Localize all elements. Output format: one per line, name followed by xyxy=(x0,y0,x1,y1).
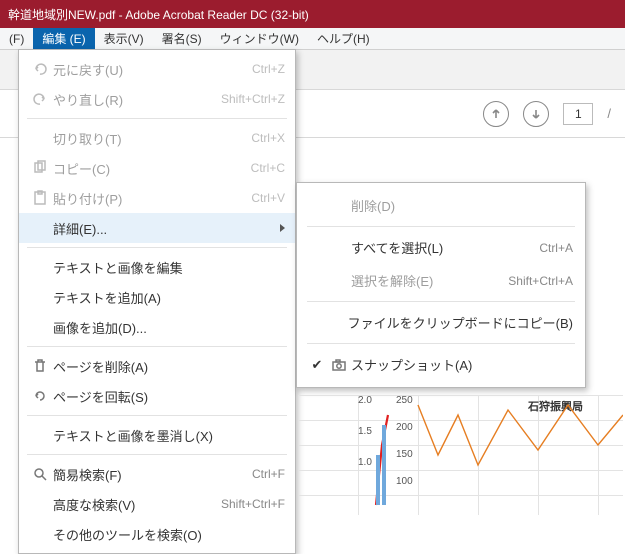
menu-item-shortcut: Shift+Ctrl+Z xyxy=(221,92,285,106)
menu-item-add-text[interactable]: テキストを追加(A) xyxy=(19,282,295,312)
rotate-icon xyxy=(27,388,53,404)
check-icon: ✔ xyxy=(307,357,327,373)
menu-item-label: 貼り付け(P) xyxy=(53,189,251,208)
page-separator: / xyxy=(607,106,611,121)
search-icon xyxy=(27,466,53,482)
copy-icon xyxy=(27,160,53,176)
paste-icon xyxy=(27,190,53,206)
menu-item-label: テキストと画像を墨消し(X) xyxy=(53,426,285,445)
edit-menu-dropdown: 元に戻す(U) Ctrl+Z やり直し(R) Shift+Ctrl+Z 切り取り… xyxy=(18,49,296,554)
redo-icon xyxy=(27,91,53,107)
chevron-right-icon xyxy=(280,224,285,232)
menu-separator xyxy=(27,454,287,455)
menu-separator xyxy=(307,301,575,302)
menu-item-label: 元に戻す(U) xyxy=(53,60,252,79)
menu-bar: (F) 編集 (E) 表示(V) 署名(S) ウィンドウ(W) ヘルプ(H) xyxy=(0,28,625,50)
menu-item-label: やり直し(R) xyxy=(53,90,221,109)
menu-sign[interactable]: 署名(S) xyxy=(153,28,211,49)
page-down-button[interactable] xyxy=(523,101,549,127)
menu-separator xyxy=(27,346,287,347)
menu-window[interactable]: ウィンドウ(W) xyxy=(211,28,308,49)
camera-icon xyxy=(327,357,351,373)
menu-item-label: 詳細(E)... xyxy=(53,219,280,238)
menu-item-label: ページを削除(A) xyxy=(53,357,285,376)
menu-item-label: 画像を追加(D)... xyxy=(53,318,285,337)
menu-item-shortcut: Ctrl+C xyxy=(251,161,285,175)
menu-separator xyxy=(307,343,575,344)
menu-item-other-tools[interactable]: その他のツールを検索(O) xyxy=(19,519,295,549)
menu-item-label: 選択を解除(E) xyxy=(351,271,508,290)
menu-edit[interactable]: 編集 (E) xyxy=(33,28,94,49)
menu-item-edit-text-image[interactable]: テキストと画像を編集 xyxy=(19,252,295,282)
page-number-input[interactable]: 1 xyxy=(563,103,593,125)
menu-item-copy[interactable]: コピー(C) Ctrl+C xyxy=(19,153,295,183)
page-up-button[interactable] xyxy=(483,101,509,127)
menu-item-more[interactable]: 詳細(E)... xyxy=(19,213,295,243)
menu-item-label: すべてを選択(L) xyxy=(351,238,539,257)
menu-item-shortcut: Ctrl+Z xyxy=(252,62,285,76)
submenu-item-snapshot[interactable]: ✔ スナップショット(A) xyxy=(297,348,585,381)
menu-item-find[interactable]: 簡易検索(F) Ctrl+F xyxy=(19,459,295,489)
menu-item-label: テキストを追加(A) xyxy=(53,288,285,307)
submenu-item-select-all[interactable]: すべてを選択(L) Ctrl+A xyxy=(297,231,585,264)
undo-icon xyxy=(27,61,53,77)
title-bar: 幹道地域別NEW.pdf - Adobe Acrobat Reader DC (… xyxy=(0,0,625,28)
menu-item-label: ファイルをクリップボードにコピー(B) xyxy=(348,313,573,332)
menu-separator xyxy=(27,415,287,416)
menu-item-label: テキストと画像を編集 xyxy=(53,258,285,277)
menu-item-paste[interactable]: 貼り付け(P) Ctrl+V xyxy=(19,183,295,213)
trash-icon xyxy=(27,358,53,374)
menu-item-rotate-page[interactable]: ページを回転(S) xyxy=(19,381,295,411)
menu-item-label: コピー(C) xyxy=(53,159,251,178)
document-content-chart: 2.0 1.5 1.0 250 200 150 100 石狩振興局 xyxy=(298,395,623,515)
menu-help[interactable]: ヘルプ(H) xyxy=(308,28,379,49)
menu-view[interactable]: 表示(V) xyxy=(95,28,153,49)
menu-item-redact[interactable]: テキストと画像を墨消し(X) xyxy=(19,420,295,450)
menu-item-label: 削除(D) xyxy=(351,196,573,215)
menu-item-label: 切り取り(T) xyxy=(53,129,251,148)
menu-item-label: スナップショット(A) xyxy=(351,355,573,374)
submenu-item-deselect[interactable]: 選択を解除(E) Shift+Ctrl+A xyxy=(297,264,585,297)
menu-separator xyxy=(27,118,287,119)
menu-item-add-image[interactable]: 画像を追加(D)... xyxy=(19,312,295,342)
menu-separator xyxy=(307,226,575,227)
menu-item-shortcut: Ctrl+X xyxy=(251,131,285,145)
menu-item-label: その他のツールを検索(O) xyxy=(53,525,285,544)
menu-separator xyxy=(27,247,287,248)
menu-item-cut[interactable]: 切り取り(T) Ctrl+X xyxy=(19,123,295,153)
menu-item-redo[interactable]: やり直し(R) Shift+Ctrl+Z xyxy=(19,84,295,114)
menu-item-shortcut: Ctrl+F xyxy=(252,467,285,481)
chart-svg xyxy=(298,395,623,515)
submenu-item-delete[interactable]: 削除(D) xyxy=(297,189,585,222)
menu-item-undo[interactable]: 元に戻す(U) Ctrl+Z xyxy=(19,54,295,84)
menu-item-advanced-find[interactable]: 高度な検索(V) Shift+Ctrl+F xyxy=(19,489,295,519)
submenu-item-copy-to-clipboard[interactable]: ファイルをクリップボードにコピー(B) xyxy=(297,306,585,339)
menu-item-label: 簡易検索(F) xyxy=(53,465,252,484)
menu-item-label: ページを回転(S) xyxy=(53,387,285,406)
menu-item-label: 高度な検索(V) xyxy=(53,495,221,514)
window-title: 幹道地域別NEW.pdf - Adobe Acrobat Reader DC (… xyxy=(8,6,309,23)
menu-item-shortcut: Shift+Ctrl+A xyxy=(508,274,573,288)
menu-item-shortcut: Ctrl+A xyxy=(539,241,573,255)
menu-item-shortcut: Ctrl+V xyxy=(251,191,285,205)
menu-item-delete-page[interactable]: ページを削除(A) xyxy=(19,351,295,381)
menu-file[interactable]: (F) xyxy=(0,30,33,48)
edit-more-submenu: 削除(D) すべてを選択(L) Ctrl+A 選択を解除(E) Shift+Ct… xyxy=(296,182,586,388)
